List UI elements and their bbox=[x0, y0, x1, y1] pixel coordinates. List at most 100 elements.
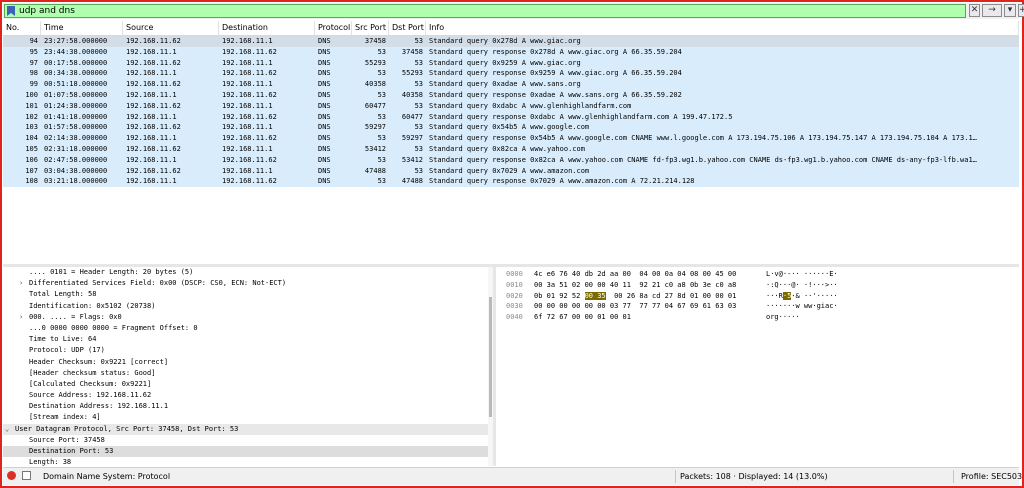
detail-tree-item[interactable]: › Differentiated Services Field: 0x00 (DS… bbox=[3, 278, 488, 289]
hex-bytes[interactable]: 0b 01 92 52 00 35 00 26 8a cd 27 8d 01 0… bbox=[534, 291, 736, 302]
packet-cell-info: Standard query response 0x278d A www.gia… bbox=[429, 47, 682, 56]
column-header-info[interactable]: Info bbox=[426, 21, 1019, 35]
column-header-src-port[interactable]: Src Port bbox=[352, 21, 389, 35]
packet-bytes-pane[interactable]: 0000 4c e6 76 40 db 2d aa 00 04 00 0a 04 … bbox=[500, 267, 1019, 466]
detail-tree-label: Differentiated Services Field: 0x00 (DSC… bbox=[29, 279, 287, 288]
detail-tree-item[interactable]: Time to Live: 64 bbox=[3, 334, 488, 345]
details-scrollbar-thumb[interactable] bbox=[489, 297, 492, 417]
display-filter-value[interactable]: udp and dns bbox=[19, 6, 75, 16]
packet-cell-info: Standard query response 0x82ca A www.yah… bbox=[429, 155, 977, 164]
packet-row[interactable]: 102 01:41:18.000000 192.168.11.1 192.168.11… bbox=[3, 111, 1019, 123]
packet-row[interactable]: 100 01:07:58.000000 192.168.11.1 192.168.11… bbox=[3, 89, 1019, 101]
hex-bytes[interactable]: 4c e6 76 40 db 2d aa 00 04 00 0a 04 08 0… bbox=[534, 269, 736, 280]
detail-tree-item[interactable]: Protocol: UDP (17) bbox=[3, 345, 488, 356]
packet-cell-no: 98 bbox=[29, 69, 38, 78]
packet-row[interactable]: 107 03:04:38.000000 192.168.11.62 192.168.1… bbox=[3, 165, 1019, 177]
pane-splitter-vertical[interactable] bbox=[493, 267, 496, 466]
packet-row[interactable]: 99 00:51:18.000000 192.168.11.62 192.168.11… bbox=[3, 79, 1019, 90]
packet-row[interactable]: 101 01:24:38.000000 192.168.11.62 192.168.1… bbox=[3, 100, 1019, 112]
ascii-bytes[interactable]: ···R·5·& ··'····· bbox=[766, 291, 838, 302]
hex-bytes[interactable]: 6f 72 67 00 00 01 00 01 bbox=[534, 312, 639, 323]
bookmark-icon[interactable] bbox=[7, 6, 15, 16]
packet-cell-sport: 53 bbox=[377, 47, 386, 56]
apply-filter-icon[interactable]: → bbox=[982, 4, 1002, 17]
detail-tree-item[interactable]: ...0 0000 0000 0000 = Fragment Offset: 0 bbox=[3, 323, 488, 334]
detail-tree-item[interactable]: ⌄ User Datagram Protocol, Src Port: 37458… bbox=[3, 423, 488, 435]
column-header-source[interactable]: Source bbox=[123, 21, 219, 35]
detail-tree-item[interactable]: Header Checksum: 0x9221 [correct] bbox=[3, 357, 488, 368]
detail-tree-item[interactable]: [Calculated Checksum: 0x9221] bbox=[3, 379, 488, 390]
add-filter-button-icon[interactable]: + bbox=[1018, 4, 1024, 17]
detail-tree-item[interactable]: Identification: 0x5102 (20738) bbox=[3, 301, 488, 312]
collapse-arrow-icon[interactable]: ⌄ bbox=[5, 424, 9, 435]
detail-tree-item[interactable]: Source Address: 192.168.11.62 bbox=[3, 390, 488, 401]
packet-row[interactable]: 98 00:34:38.000000 192.168.11.1 192.168.11.… bbox=[3, 68, 1019, 80]
packet-cell-src: 192.168.11.1 bbox=[126, 112, 177, 121]
detail-tree-label: Source Port: 37458 bbox=[29, 435, 105, 444]
detail-tree-item[interactable]: Total Length: 58 bbox=[3, 289, 488, 300]
detail-tree-item[interactable]: Destination Address: 192.168.11.1 bbox=[3, 401, 488, 412]
packet-cell-time: 01:24:38.000000 bbox=[44, 101, 108, 110]
packet-cell-no: 94 bbox=[29, 37, 38, 45]
ascii-bytes[interactable]: ·······w ww·giac· bbox=[766, 301, 838, 312]
hex-bytes[interactable]: 00 3a 51 02 00 00 40 11 92 21 c0 a8 0b 3… bbox=[534, 280, 736, 291]
packet-details-tree[interactable]: .... 0101 = Header Length: 20 bytes (5) ›… bbox=[3, 267, 488, 466]
packet-row[interactable]: 105 02:31:18.000000 192.168.11.62 192.168.1… bbox=[3, 143, 1019, 155]
packet-cell-time: 00:17:58.000000 bbox=[44, 58, 108, 67]
packet-cell-sport: 53 bbox=[377, 112, 386, 121]
column-header-protocol[interactable]: Protocol bbox=[315, 21, 352, 35]
hex-bytes[interactable]: 00 00 00 00 00 00 03 77 77 77 04 67 69 6… bbox=[534, 301, 736, 312]
packet-cell-time: 23:44:38.000000 bbox=[44, 47, 108, 56]
packet-cell-src: 192.168.11.62 bbox=[126, 144, 181, 153]
packet-cell-src: 192.168.11.62 bbox=[126, 37, 181, 45]
packet-cell-time: 01:07:58.000000 bbox=[44, 90, 108, 99]
packet-cell-info: Standard query 0xadae A www.sans.org bbox=[429, 80, 581, 89]
expert-info-icon[interactable] bbox=[7, 471, 16, 480]
packet-cell-sport: 53412 bbox=[364, 144, 386, 153]
packet-row[interactable]: 108 03:21:18.000000 192.168.11.1 192.168.11… bbox=[3, 176, 1019, 188]
packet-cell-dport: 55293 bbox=[401, 69, 423, 78]
detail-tree-item[interactable]: Destination Port: 53 bbox=[3, 446, 488, 458]
packet-cell-dst: 192.168.11.1 bbox=[222, 37, 273, 45]
detail-tree-label: [Calculated Checksum: 0x9221] bbox=[29, 379, 152, 388]
ascii-bytes[interactable]: L·v@·-·· ······E· bbox=[766, 269, 838, 280]
detail-tree-item[interactable]: .... 0101 = Header Length: 20 bytes (5) bbox=[3, 267, 488, 278]
filter-dropdown-icon[interactable]: ▾ bbox=[1004, 4, 1016, 17]
packet-cell-proto: DNS bbox=[318, 155, 331, 164]
display-filter-input[interactable]: udp and dns bbox=[4, 4, 966, 18]
column-header-destination[interactable]: Destination bbox=[219, 21, 315, 35]
column-header-dst-port[interactable]: Dst Port bbox=[389, 21, 426, 35]
ascii-bytes[interactable]: ·:Q···@· ·!···>·· bbox=[766, 280, 838, 291]
hex-bytes-part: 00 00 00 00 00 00 03 77 bbox=[534, 302, 631, 311]
packet-cell-proto: DNS bbox=[318, 69, 331, 78]
detail-tree-item[interactable]: Length: 38 bbox=[3, 457, 488, 466]
clear-filter-icon[interactable]: ✕ bbox=[969, 4, 980, 17]
detail-tree-item[interactable]: [Stream index: 4] bbox=[3, 412, 488, 423]
hex-gap bbox=[631, 313, 639, 321]
packet-row[interactable]: 94 23:27:58.000000 192.168.11.62 192.168.11… bbox=[3, 36, 1019, 47]
expand-arrow-icon[interactable]: › bbox=[19, 312, 23, 323]
packet-row[interactable]: 106 02:47:58.000000 192.168.11.1 192.168.11… bbox=[3, 154, 1019, 166]
packet-row[interactable]: 95 23:44:38.000000 192.168.11.1 192.168.11.… bbox=[3, 46, 1019, 58]
packet-cell-info: Standard query 0x54b5 A www.google.com bbox=[429, 123, 590, 132]
expand-arrow-icon[interactable]: › bbox=[19, 278, 23, 289]
detail-tree-item[interactable]: Source Port: 37458 bbox=[3, 435, 488, 446]
packet-cell-dst: 192.168.11.62 bbox=[222, 90, 277, 99]
capture-comment-icon[interactable] bbox=[22, 471, 31, 480]
packet-cell-src: 192.168.11.62 bbox=[126, 123, 181, 132]
packet-cell-src: 192.168.11.1 bbox=[126, 177, 177, 186]
packet-row[interactable]: 103 01:57:58.000000 192.168.11.62 192.168.1… bbox=[3, 122, 1019, 134]
detail-tree-item[interactable]: › 000. .... = Flags: 0x0 bbox=[3, 312, 488, 323]
column-header-time[interactable]: Time bbox=[41, 21, 123, 35]
packet-cell-time: 00:51:18.000000 bbox=[44, 80, 108, 89]
detail-tree-label: Header Checksum: 0x9221 [correct] bbox=[29, 357, 169, 366]
packet-list[interactable]: No. Time Source Destination Protocol Src… bbox=[3, 21, 1019, 263]
profile-indicator[interactable]: Profile: SEC503 bbox=[961, 472, 1022, 481]
packet-cell-src: 192.168.11.1 bbox=[126, 134, 177, 143]
packet-row[interactable]: 97 00:17:58.000000 192.168.11.62 192.168.11… bbox=[3, 57, 1019, 69]
column-header-no[interactable]: No. bbox=[3, 21, 41, 35]
packet-row[interactable]: 104 02:14:38.000000 192.168.11.1 192.168.11… bbox=[3, 133, 1019, 144]
detail-tree-item[interactable]: [Header checksum status: Good] bbox=[3, 368, 488, 379]
packet-cell-no: 103 bbox=[25, 123, 38, 132]
ascii-bytes[interactable]: org····· bbox=[766, 312, 800, 323]
